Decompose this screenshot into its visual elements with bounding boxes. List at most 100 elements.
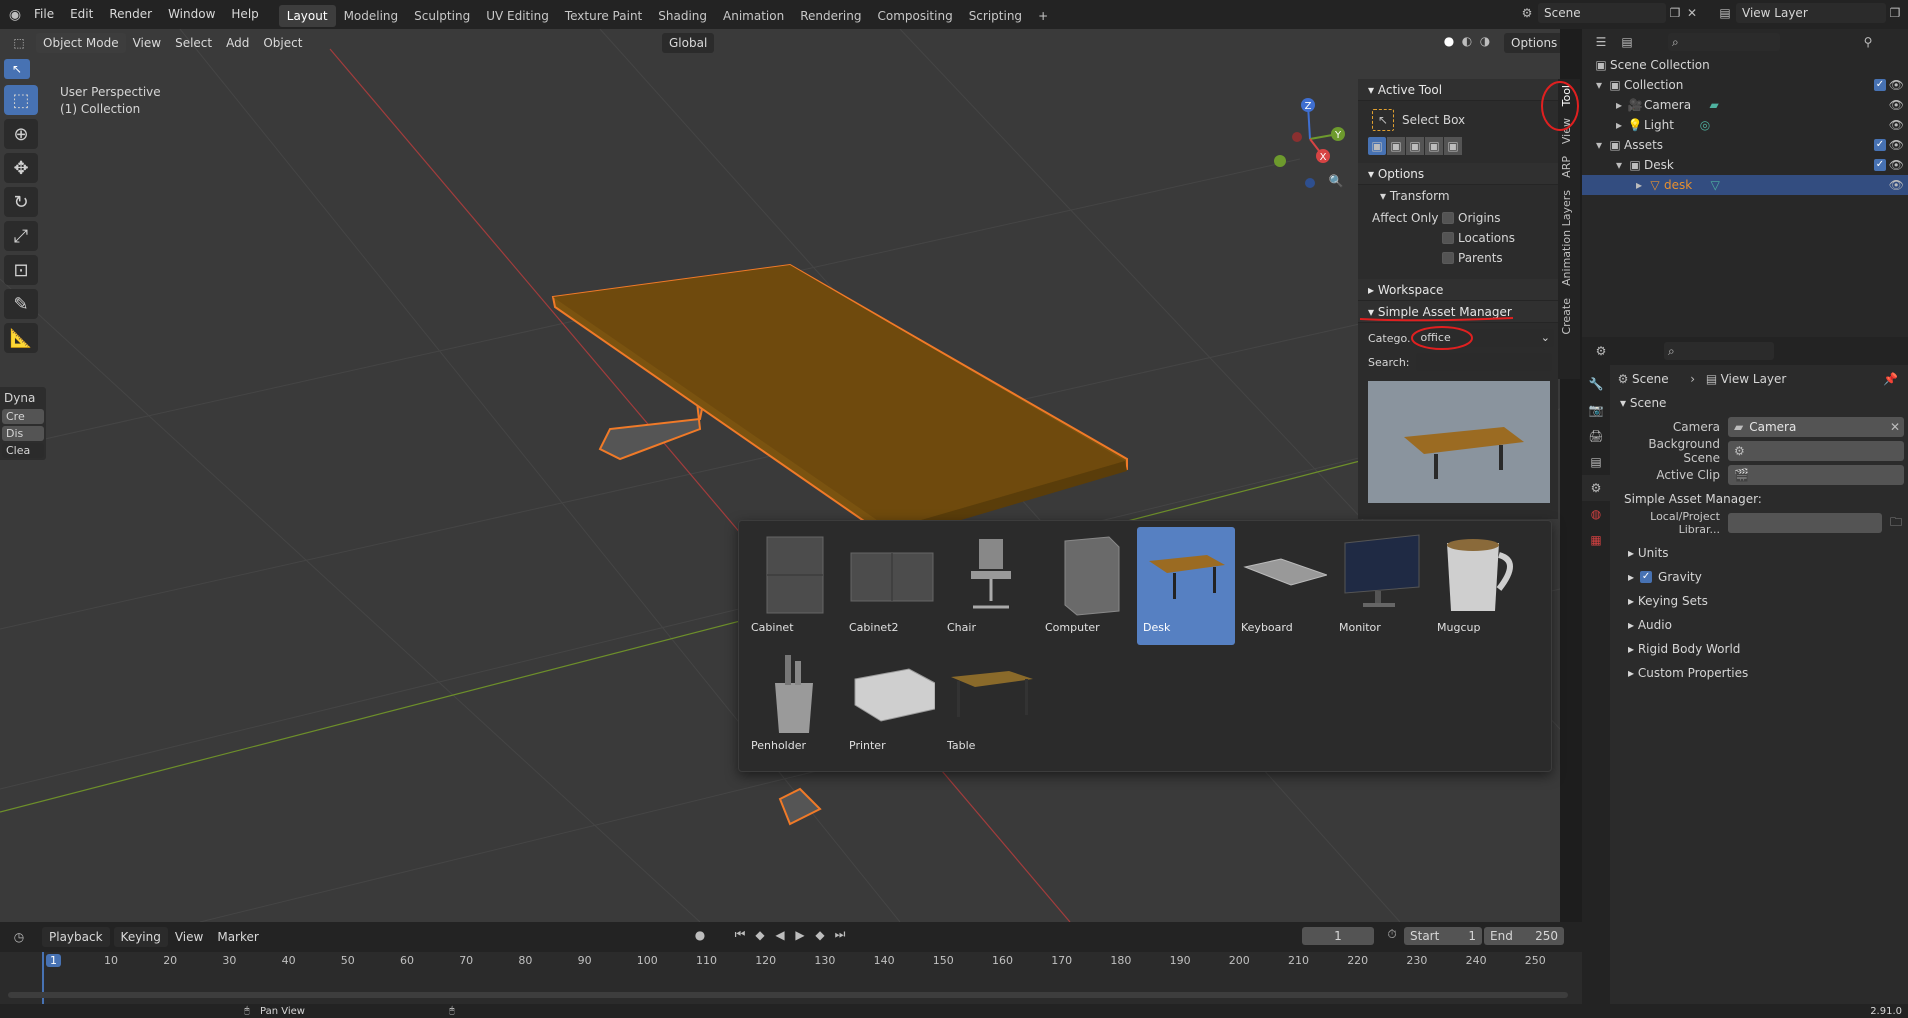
display-mode-icon[interactable]: ▤ [1614,35,1640,49]
select-cursor-icon[interactable]: ↖ [4,59,30,79]
asset-monitor[interactable]: Monitor [1333,527,1431,645]
texture-tab-icon[interactable]: ▦ [1582,527,1610,553]
tree-item-assets[interactable]: ▾ ▣ Assets ✓ 👁 [1582,135,1908,155]
eye-icon[interactable]: 👁 [1889,75,1904,95]
filter-icon[interactable]: ⚲ [1858,35,1878,49]
active-clip-field[interactable]: 🎬 [1728,465,1904,485]
expand-icon[interactable]: ▸ [1612,115,1626,135]
menu-object[interactable]: Object [256,33,309,53]
jump-start-icon[interactable]: ⏮ [730,927,750,942]
editor-type-icon[interactable]: ⚙ [1588,344,1614,358]
eye-icon[interactable]: 👁 [1889,115,1904,135]
create-button[interactable]: Cre [2,409,44,424]
tree-item-light[interactable]: ▸ 💡 Light ◎ 👁 [1582,115,1908,135]
mode-subtract-icon[interactable]: ▣ [1406,137,1424,155]
tree-item-desk-object[interactable]: ▸ ▽ desk ▽ 👁 [1582,175,1908,195]
select-box-icon[interactable]: ↖ [1372,109,1394,131]
asset-computer[interactable]: Computer [1039,527,1137,645]
parents-checkbox[interactable]: Parents [1442,251,1503,265]
tree-item-camera[interactable]: ▸ 🎥 Camera ▰ 👁 [1582,95,1908,115]
expand-icon[interactable]: ▾ [1592,135,1606,155]
layers-icon[interactable]: ▤ [1714,6,1736,20]
mode-intersect-icon[interactable]: ▣ [1444,137,1462,155]
origins-checkbox[interactable]: Origins [1442,211,1501,225]
outliner-search[interactable]: ⌕ [1668,33,1780,51]
add-workspace-button[interactable]: + [1030,5,1056,27]
tree-item-desk-collection[interactable]: ▾ ▣ Desk ✓ 👁 [1582,155,1908,175]
pin-icon[interactable]: 📌 [1883,372,1898,386]
cursor-tool-icon[interactable]: ⊕ [4,119,38,149]
asset-chair[interactable]: Chair [941,527,1039,645]
category-dropdown[interactable]: office ⌄ [1410,326,1554,350]
view-menu[interactable]: View [168,927,210,947]
world-tab-icon[interactable]: ◍ [1582,501,1610,527]
tree-item-scene-collection[interactable]: ▣ Scene Collection [1582,55,1908,75]
include-checkbox[interactable]: ✓ [1874,159,1886,171]
output-tab-icon[interactable]: 🖨 [1582,423,1610,449]
scene-tab-icon[interactable]: ⚙ [1582,475,1610,501]
menu-add[interactable]: Add [219,33,256,53]
marker-menu[interactable]: Marker [210,927,265,947]
copy-icon[interactable]: ❐ [1666,6,1684,20]
background-scene-field[interactable]: ⚙ [1728,441,1904,461]
menu-view[interactable]: View [126,33,168,53]
tab-layout[interactable]: Layout [278,5,336,27]
tab-shading[interactable]: Shading [650,5,715,27]
workspace-header[interactable]: ▸ Workspace [1358,279,1558,301]
mode-invert-icon[interactable]: ▣ [1425,137,1443,155]
scale-tool-icon[interactable]: ⤢ [4,221,38,251]
close-icon[interactable]: ✕ [1890,420,1900,434]
tab-sculpting[interactable]: Sculpting [406,5,478,27]
start-frame-field[interactable]: Start 1 [1404,927,1482,945]
transform-tool-icon[interactable]: ⊡ [4,255,38,285]
timeline-track[interactable]: 1 10 20 30 40 50 60 70 80 90 100 110 120 130 140 150 160… [0,952,1582,1004]
custom-properties-section[interactable]: ▸ Custom Properties [1614,661,1904,685]
solid-shading-icon[interactable]: ● [1440,34,1458,48]
transform-subheader[interactable]: ▾ Transform [1358,185,1558,205]
menu-help[interactable]: Help [223,0,266,29]
clock-icon[interactable]: ⏱ [1382,927,1402,942]
copy-icon[interactable]: ❐ [1886,6,1904,20]
play-reverse-icon[interactable]: ◀ [770,928,790,942]
jump-end-icon[interactable]: ⏭ [830,927,850,942]
annotate-tool-icon[interactable]: ✎ [4,289,38,319]
asset-desk[interactable]: Desk [1137,527,1235,645]
timeline-scrollbar[interactable] [8,992,1568,998]
asset-cabinet[interactable]: Cabinet [745,527,843,645]
audio-section[interactable]: ▸ Audio [1614,613,1904,637]
tab-animation-layers[interactable]: Animation Layers [1558,184,1575,292]
expand-icon[interactable]: ▾ [1612,155,1626,175]
keying-sets-section[interactable]: ▸ Keying Sets [1614,589,1904,613]
expand-icon[interactable]: ▸ [1612,95,1626,115]
zoom-icon[interactable]: 🔍 [1324,169,1348,193]
orientation-dropdown[interactable]: Global [662,33,715,53]
view-layer-field[interactable]: View Layer [1736,3,1886,23]
scene-icon[interactable]: ⚙ [1516,6,1538,20]
tab-modeling[interactable]: Modeling [336,5,407,27]
3d-viewport[interactable]: ⬚ Object Mode View Select Add Object Glo… [0,29,1560,922]
render-tab-icon[interactable]: 📷 [1582,397,1610,423]
menu-select[interactable]: Select [168,33,219,53]
menu-render[interactable]: Render [101,0,160,29]
units-section[interactable]: ▸ Units [1614,541,1904,565]
current-frame-field[interactable]: 1 [1302,927,1374,945]
prev-key-icon[interactable]: ◆ [750,928,770,942]
include-checkbox[interactable]: ✓ [1874,79,1886,91]
search-input[interactable] [1415,353,1552,371]
view-layer-tab-icon[interactable]: ▤ [1582,449,1610,475]
record-icon[interactable]: ● [690,928,710,942]
folder-icon[interactable]: 🗀 [1890,513,1902,534]
asset-penholder[interactable]: Penholder [745,645,843,763]
material-shading-icon[interactable]: ◐ [1458,34,1476,48]
scene-field[interactable]: Scene [1538,3,1666,23]
asset-table[interactable]: Table [941,645,1039,763]
close-icon[interactable]: ✕ [1684,6,1700,20]
sam-header[interactable]: ▾ Simple Asset Manager [1358,301,1558,323]
tree-item-collection[interactable]: ▾ ▣ Collection ✓ 👁 [1582,75,1908,95]
clear-dropdown[interactable]: Clea [2,443,44,458]
editor-type-icon[interactable]: ⬚ [4,36,34,50]
tab-create[interactable]: Create [1558,292,1575,341]
asset-printer[interactable]: Printer [843,645,941,763]
rendered-shading-icon[interactable]: ◑ [1476,34,1494,48]
eye-icon[interactable]: 👁 [1889,175,1904,195]
